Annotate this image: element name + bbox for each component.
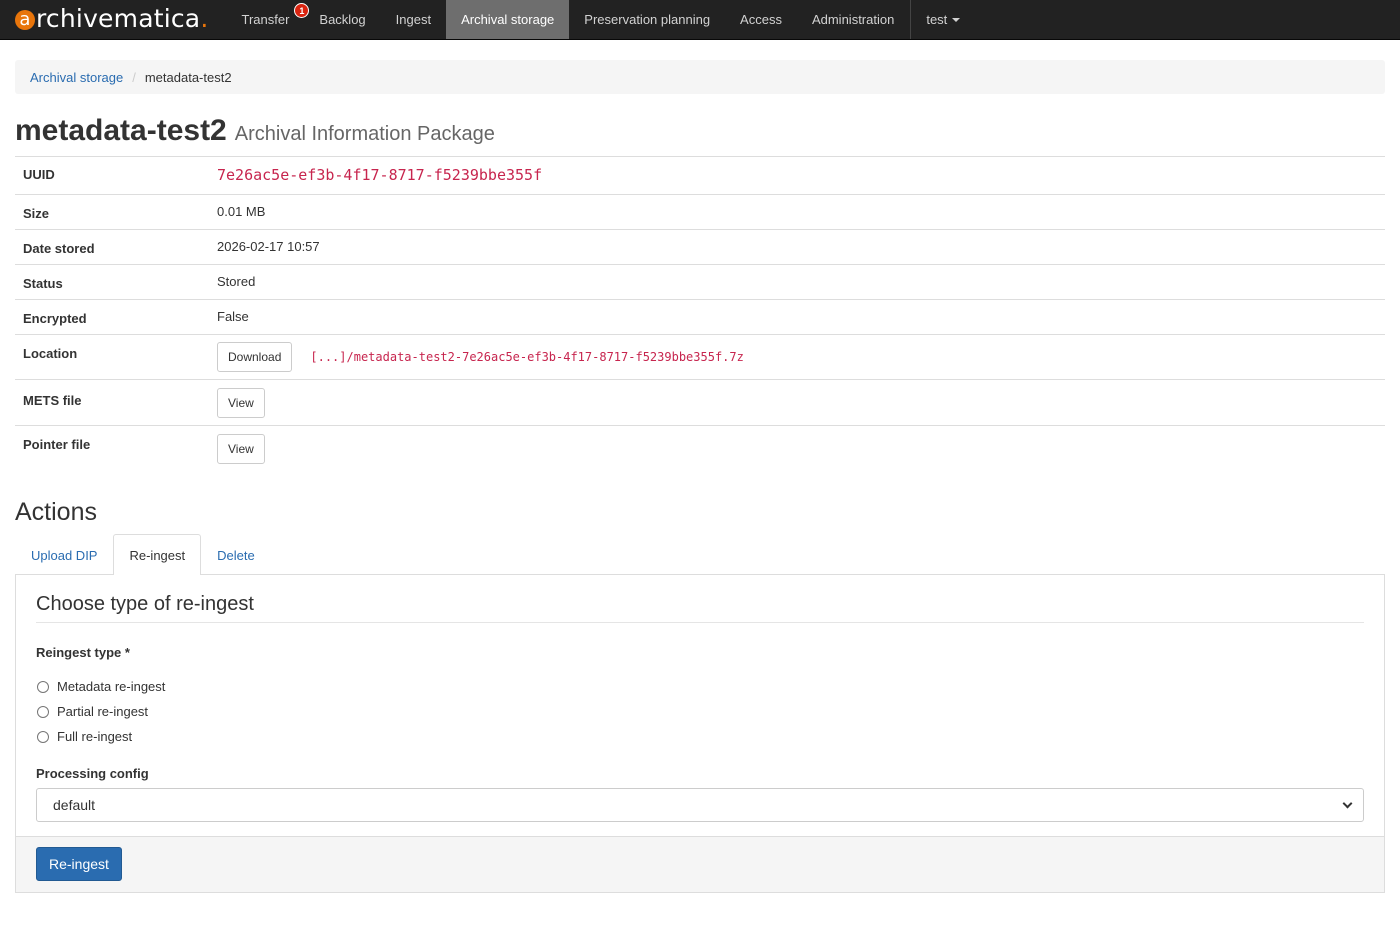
radio-partial-reingest[interactable] — [37, 705, 49, 718]
breadcrumb: Archival storage / metadata-test2 — [15, 60, 1385, 94]
re-ingest-submit-button[interactable]: Re-ingest — [36, 847, 122, 881]
nav-archival-storage[interactable]: Archival storage — [446, 0, 570, 39]
reingest-form: Choose type of re-ingest Reingest type *… — [16, 575, 1384, 836]
radio-metadata-reingest-label: Metadata re-ingest — [57, 679, 166, 694]
logo-letter: a — [15, 10, 35, 30]
encrypted-label: Encrypted — [15, 299, 209, 335]
actions-heading: Actions — [15, 498, 97, 526]
table-row: Location Download [...]/metadata-test2-7… — [15, 334, 1385, 380]
pointer-file-cell: View — [209, 425, 1385, 471]
mets-file-label: METS file — [15, 379, 209, 426]
reingest-panel: Choose type of re-ingest Reingest type *… — [15, 575, 1385, 893]
pointer-file-label: Pointer file — [15, 425, 209, 471]
table-row: Size 0.01 MB — [15, 194, 1385, 230]
logo-text: rchivematica — [36, 4, 201, 33]
breadcrumb-archival-storage-link[interactable]: Archival storage — [30, 70, 123, 85]
nav-preservation-planning-label: Preservation planning — [584, 12, 711, 27]
radio-full-reingest-label: Full re-ingest — [57, 729, 133, 744]
table-row: Date stored 2026-02-17 10:57 — [15, 229, 1385, 265]
uuid-value: 7e26ac5e-ef3b-4f17-8717-f5239bbe355f — [217, 166, 543, 184]
size-label: Size — [15, 194, 209, 230]
nav-transfer[interactable]: Transfer 1 — [226, 0, 310, 39]
encrypted-value: False — [209, 299, 1385, 335]
page-subtitle: Archival Information Package — [234, 123, 495, 145]
uuid-cell: 7e26ac5e-ef3b-4f17-8717-f5239bbe355f — [209, 156, 1385, 195]
view-mets-button[interactable]: View — [217, 388, 265, 418]
nav-administration-label: Administration — [811, 12, 895, 27]
archivematica-logo[interactable]: a rchivematica. — [15, 0, 208, 39]
status-value: Stored — [209, 264, 1385, 300]
view-pointer-button[interactable]: View — [217, 434, 265, 464]
option-full-reingest[interactable]: Full re-ingest — [36, 724, 1364, 749]
location-label: Location — [15, 334, 209, 380]
caret-down-icon — [952, 17, 961, 22]
nav-ingest[interactable]: Ingest — [381, 0, 446, 39]
radio-metadata-reingest[interactable] — [37, 680, 49, 693]
reingest-legend: Choose type of re-ingest — [36, 593, 1364, 623]
nav-backlog-label: Backlog — [319, 12, 366, 27]
location-cell: Download [...]/metadata-test2-7e26ac5e-e… — [209, 334, 1385, 380]
location-row: Download [...]/metadata-test2-7e26ac5e-e… — [217, 342, 1377, 372]
table-row: METS file View — [15, 379, 1385, 426]
nav-access[interactable]: Access — [725, 0, 797, 39]
tab-delete[interactable]: Delete — [201, 535, 271, 575]
user-menu-dropdown[interactable]: test — [911, 0, 975, 39]
location-path: [...]/metadata-test2-7e26ac5e-ef3b-4f17-… — [310, 350, 744, 364]
uuid-label: UUID — [15, 156, 209, 195]
table-row: Encrypted False — [15, 299, 1385, 335]
nav-backlog[interactable]: Backlog — [304, 0, 380, 39]
nav-preservation-planning[interactable]: Preservation planning — [569, 0, 725, 39]
processing-config-value: default — [53, 797, 96, 813]
nav-ingest-label: Ingest — [395, 12, 432, 27]
processing-config-select[interactable]: default — [36, 788, 1364, 822]
actions-tabs: Upload DIP Re-ingest Delete — [15, 534, 1385, 575]
logo-dot: . — [200, 4, 209, 33]
top-navbar: a rchivematica. Transfer 1 Backlog Ingest… — [0, 0, 1400, 40]
mets-file-cell: View — [209, 379, 1385, 426]
table-row: UUID 7e26ac5e-ef3b-4f17-8717-f5239bbe355… — [15, 156, 1385, 195]
nav-access-label: Access — [740, 12, 782, 27]
nav-administration[interactable]: Administration — [797, 0, 909, 39]
option-partial-reingest[interactable]: Partial re-ingest — [36, 699, 1364, 724]
processing-config-label: Processing config — [36, 766, 149, 781]
date-stored-label: Date stored — [15, 229, 209, 265]
breadcrumb-separator: / — [132, 69, 136, 85]
reingest-type-label: Reingest type * — [36, 645, 130, 660]
date-stored-value: 2026-02-17 10:57 — [209, 229, 1385, 265]
breadcrumb-current: metadata-test2 — [144, 69, 232, 85]
radio-partial-reingest-label: Partial re-ingest — [57, 704, 149, 719]
table-row: Pointer file View — [15, 425, 1385, 471]
download-button[interactable]: Download — [217, 342, 293, 372]
option-metadata-reingest[interactable]: Metadata re-ingest — [36, 674, 1364, 699]
chevron-down-icon — [1342, 798, 1353, 808]
reingest-footer: Re-ingest — [16, 836, 1384, 892]
table-row: Status Stored — [15, 264, 1385, 300]
nav-archival-storage-label: Archival storage — [461, 12, 555, 27]
page-header: metadata-test2 Archival Information Pack… — [15, 114, 1385, 148]
nav-transfer-label: Transfer — [241, 12, 290, 27]
size-value: 0.01 MB — [209, 194, 1385, 230]
tab-re-ingest[interactable]: Re-ingest — [113, 534, 202, 575]
page-title: metadata-test2 — [15, 114, 227, 147]
status-label: Status — [15, 264, 209, 300]
tab-upload-dip[interactable]: Upload DIP — [15, 535, 113, 575]
radio-full-reingest[interactable] — [37, 730, 49, 743]
aip-details-table: UUID 7e26ac5e-ef3b-4f17-8717-f5239bbe355… — [15, 156, 1385, 471]
user-menu-label: test — [926, 12, 948, 27]
